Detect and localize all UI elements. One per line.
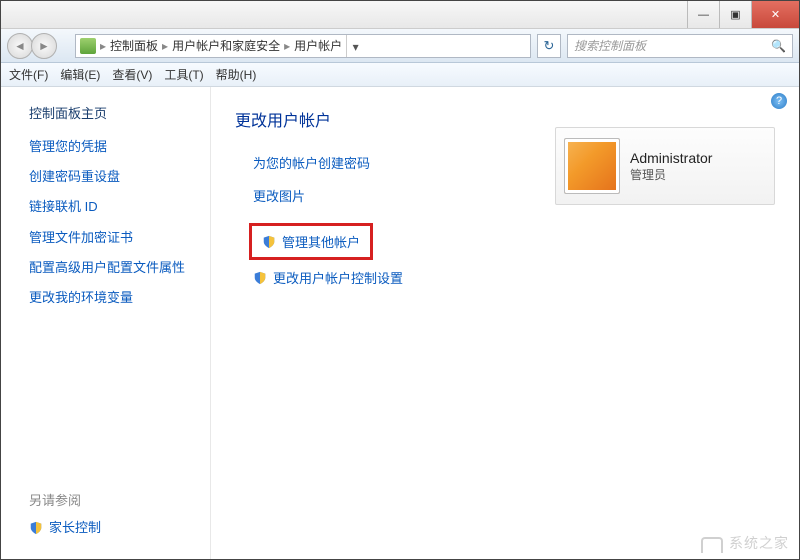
breadcrumb-item[interactable]: 用户帐户 bbox=[294, 37, 342, 54]
sidebar-item-link-online-id[interactable]: 链接联机 ID bbox=[29, 198, 194, 216]
chevron-right-icon: ▸ bbox=[284, 39, 290, 53]
task-manage-other-accounts[interactable]: 管理其他帐户 bbox=[262, 232, 360, 251]
menu-help[interactable]: 帮助(H) bbox=[216, 66, 257, 83]
watermark: 系统之家 bbox=[701, 533, 789, 553]
nav-buttons: ◄ ► bbox=[7, 33, 69, 59]
menu-bar: 文件(F) 编辑(E) 查看(V) 工具(T) 帮助(H) bbox=[1, 63, 799, 87]
menu-tools[interactable]: 工具(T) bbox=[164, 66, 203, 83]
breadcrumb-dropdown[interactable]: ▾ bbox=[346, 35, 364, 57]
title-bar: — ▣ ✕ bbox=[1, 1, 799, 29]
chevron-right-icon: ▸ bbox=[100, 39, 106, 53]
house-icon bbox=[701, 537, 723, 553]
search-placeholder: 搜索控制面板 bbox=[574, 37, 646, 54]
task-label: 更改用户帐户控制设置 bbox=[273, 268, 403, 287]
shield-icon bbox=[253, 271, 267, 285]
sidebar-item-encryption-cert[interactable]: 管理文件加密证书 bbox=[29, 229, 194, 247]
breadcrumb-item[interactable]: 用户帐户和家庭安全 bbox=[172, 37, 280, 54]
maximize-button[interactable]: ▣ bbox=[719, 1, 751, 28]
sidebar-item-parental[interactable]: 家长控制 bbox=[29, 519, 194, 537]
watermark-text: 系统之家 bbox=[729, 533, 789, 553]
forward-button[interactable]: ► bbox=[31, 33, 57, 59]
avatar bbox=[564, 138, 620, 194]
shield-icon bbox=[29, 521, 43, 535]
user-account-tile[interactable]: Administrator 管理员 bbox=[555, 127, 775, 205]
content-area: 控制面板主页 管理您的凭据 创建密码重设盘 链接联机 ID 管理文件加密证书 配… bbox=[1, 87, 799, 559]
breadcrumb-item[interactable]: 控制面板 bbox=[110, 37, 158, 54]
menu-file[interactable]: 文件(F) bbox=[9, 66, 48, 83]
sidebar-item-env-vars[interactable]: 更改我的环境变量 bbox=[29, 289, 194, 307]
user-role: 管理员 bbox=[630, 166, 712, 183]
shield-icon bbox=[262, 235, 276, 249]
control-panel-icon bbox=[80, 38, 96, 54]
search-input[interactable]: 搜索控制面板 🔍 bbox=[567, 34, 793, 58]
breadcrumb[interactable]: ▸ 控制面板 ▸ 用户帐户和家庭安全 ▸ 用户帐户 ▾ bbox=[75, 34, 531, 58]
minimize-button[interactable]: — bbox=[687, 1, 719, 28]
sidebar-item-label: 家长控制 bbox=[49, 519, 101, 537]
user-name: Administrator bbox=[630, 150, 712, 166]
main-panel: 更改用户帐户 为您的帐户创建密码 更改图片 管理其他帐户 更改用户帐户控制设置 bbox=[211, 87, 799, 559]
sidebar-item-advanced-profile[interactable]: 配置高级用户配置文件属性 bbox=[29, 259, 194, 277]
menu-view[interactable]: 查看(V) bbox=[112, 66, 152, 83]
sidebar: 控制面板主页 管理您的凭据 创建密码重设盘 链接联机 ID 管理文件加密证书 配… bbox=[1, 87, 211, 559]
address-bar: ◄ ► ▸ 控制面板 ▸ 用户帐户和家庭安全 ▸ 用户帐户 ▾ ↻ 搜索控制面板… bbox=[1, 29, 799, 63]
highlight-box: 管理其他帐户 bbox=[249, 223, 373, 260]
refresh-button[interactable]: ↻ bbox=[537, 34, 561, 58]
task-label: 管理其他帐户 bbox=[282, 232, 360, 251]
sidebar-header[interactable]: 控制面板主页 bbox=[29, 103, 194, 122]
back-button[interactable]: ◄ bbox=[7, 33, 33, 59]
sidebar-item-password-reset[interactable]: 创建密码重设盘 bbox=[29, 168, 194, 186]
chevron-right-icon: ▸ bbox=[162, 39, 168, 53]
menu-edit[interactable]: 编辑(E) bbox=[60, 66, 100, 83]
see-also-label: 另请参阅 bbox=[29, 490, 194, 509]
user-info: Administrator 管理员 bbox=[630, 150, 712, 183]
search-icon[interactable]: 🔍 bbox=[771, 39, 786, 53]
task-change-uac[interactable]: 更改用户帐户控制设置 bbox=[253, 268, 775, 287]
sidebar-item-credentials[interactable]: 管理您的凭据 bbox=[29, 138, 194, 156]
close-button[interactable]: ✕ bbox=[751, 1, 799, 28]
